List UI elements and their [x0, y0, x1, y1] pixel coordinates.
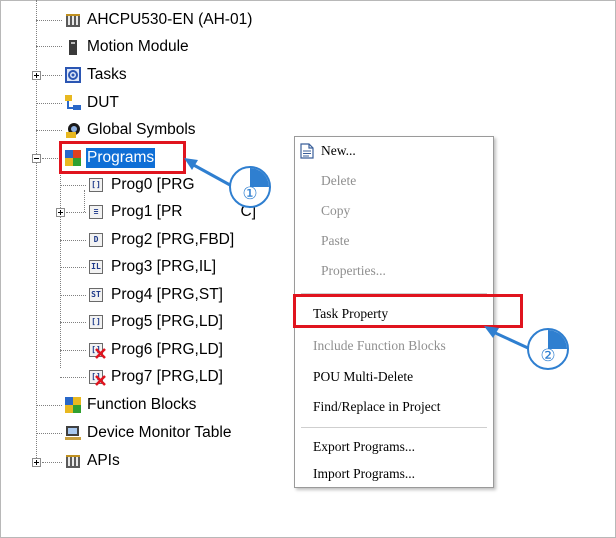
- callout-number: ②: [540, 346, 556, 366]
- callout-arrow-2: [484, 326, 529, 350]
- callout-arrow-1: [184, 158, 231, 187]
- callout-step-1: ①: [229, 166, 271, 208]
- callout-arrows: [184, 158, 529, 350]
- callout-number: ①: [242, 184, 258, 204]
- callout-step-2: ②: [527, 328, 569, 370]
